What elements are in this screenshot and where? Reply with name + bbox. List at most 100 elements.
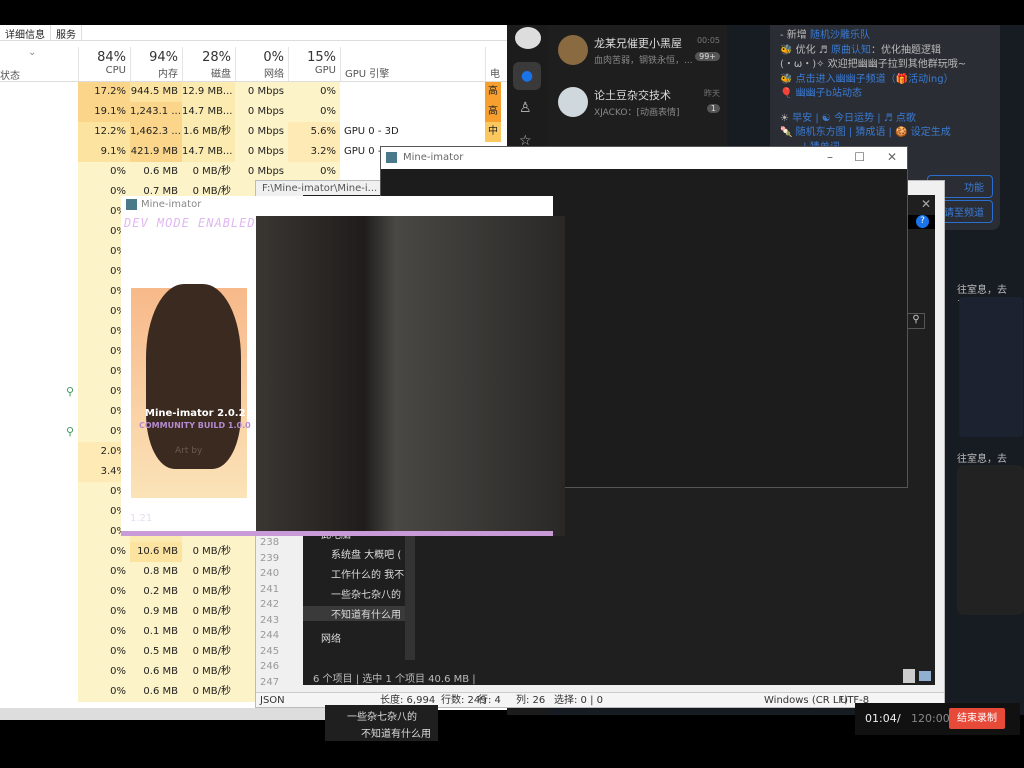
bubble-line: 🍡 随机东方图 | 猜成语 | 🍪 设定生成 — [780, 126, 990, 141]
minimize-button[interactable]: – — [827, 150, 833, 164]
cell: 0 MB/秒 — [182, 662, 235, 682]
thumbnail-view-button[interactable] — [919, 671, 931, 681]
column-header[interactable]: GPU 引擎 — [340, 47, 485, 82]
nav-tree-item[interactable]: 不知道有什么用 — [303, 606, 405, 621]
line-number: 243 — [260, 614, 280, 626]
cell: 14.7 MB... — [182, 102, 235, 122]
column-header[interactable]: 28% 磁盘 — [182, 47, 235, 82]
app-icon — [386, 152, 397, 163]
power-usage-badge: 高 — [485, 82, 501, 102]
scrollbar[interactable] — [405, 520, 415, 660]
process-row[interactable]: 17.2% 944.5 MB 12.9 MB... 0 Mbps 0% 高 — [0, 82, 510, 102]
bubble-text: ：优化抽题逻辑 — [870, 44, 941, 56]
column-header[interactable]: 94% 内存 — [130, 47, 182, 82]
cell: 0 MB/秒 — [182, 542, 235, 562]
task-manager-footer — [0, 708, 330, 720]
status-header[interactable]: 状态 — [0, 67, 20, 82]
unread-badge: 99+ — [695, 52, 720, 61]
cell: 0.6 MB — [130, 162, 182, 182]
nav-tree-item[interactable]: 一些杂七杂八的 — [331, 586, 411, 601]
cell: 0 MB/秒 — [182, 562, 235, 582]
cell: 421.9 MB — [130, 142, 182, 162]
tab-details[interactable]: 详细信息 — [0, 25, 51, 41]
line-number: 245 — [260, 645, 280, 657]
details-view-button[interactable] — [903, 669, 915, 683]
bubble-line: 🐝 点击进入幽幽子频道（🎁活动ing） — [780, 73, 990, 88]
line-numbers: 238239240241242243244245246247248 — [260, 535, 290, 706]
efficiency-leaf-icon: ⚲ — [66, 425, 75, 438]
mine-imator-splash: Mine-imator DEV MODE ENABLED Mine-imator… — [121, 196, 565, 536]
line-number: 241 — [260, 583, 280, 595]
bubble-line: ☀ 早安 | ☯ 今日运势 | ♬ 点歌 — [780, 112, 990, 127]
line-number: 239 — [260, 552, 280, 564]
nav-tree-item[interactable]: 系统盘 大概吧 ( — [331, 546, 411, 561]
contacts-icon[interactable]: ♙ — [519, 100, 532, 116]
chat-item[interactable]: 论土豆杂交技术 XJACKO：[动画表情] 昨天 1 — [554, 79, 724, 129]
cell — [340, 102, 485, 122]
cell: 3.2% — [288, 142, 340, 162]
nav-tree-item[interactable]: 网络 — [321, 630, 401, 645]
cell: 0.8 MB — [130, 562, 182, 582]
process-row[interactable]: 12.2% 1,462.3 ... 1.6 MB/秒 0 Mbps 5.6% GPU 0 … — [0, 122, 510, 142]
close-button[interactable]: ✕ — [887, 150, 897, 164]
app-icon — [126, 199, 137, 210]
cell: 0% — [78, 542, 130, 562]
close-icon[interactable]: ✕ — [921, 197, 931, 211]
column-header[interactable]: 15% GPU — [288, 47, 340, 82]
bubble-line: (・ω・)✧ 欢迎把幽幽子拉到其他群玩哦~ — [780, 58, 990, 73]
cell — [340, 82, 485, 102]
bubble-line: - 新增 随机沙雕乐队 — [780, 29, 990, 44]
bubble-link[interactable]: 随机沙雕乐队 — [810, 30, 870, 41]
chat-item[interactable]: 龙某兄催更小黑屋 血肉苦弱，钢铁永恒，... 00:05 99+ — [554, 27, 724, 77]
cell: 944.5 MB — [130, 82, 182, 102]
bubble-link[interactable]: 点击进入幽幽子频道（🎁活动ing） — [796, 74, 954, 85]
cell: 1,243.1 ... — [130, 102, 182, 122]
stop-recording-button[interactable]: 结束录制 — [949, 708, 1005, 729]
loading-progress-bar — [121, 531, 553, 536]
maximize-button[interactable]: ☐ — [854, 150, 865, 164]
cell: 0.1 MB — [130, 622, 182, 642]
cell: 0 Mbps — [235, 82, 288, 102]
cell: GPU 0 - 3D — [340, 122, 485, 142]
column-header[interactable]: 0% 网络 — [235, 47, 288, 82]
avatar[interactable] — [515, 27, 541, 49]
process-row[interactable]: 19.1% 1,243.1 ... 14.7 MB... 0 Mbps 0% 高 — [0, 102, 510, 122]
bubble-link[interactable]: 幽幽子b站动态 — [796, 88, 862, 99]
bubble-line: 🎈 幽幽子b站动态 — [780, 87, 990, 102]
navigation-pane: 文件夹此电脑系统盘 大概吧 (工作什么的 我不一些杂七杂八的不知道有什么用网络 — [303, 510, 405, 665]
bubble-link[interactable]: 早安 | ☯ 今日运势 | ♬ 点歌 — [792, 113, 916, 124]
help-icon[interactable]: ? — [916, 215, 929, 228]
cell: 0% — [78, 562, 130, 582]
cell: 0% — [288, 82, 340, 102]
image-message[interactable] — [957, 465, 1024, 615]
line-number: 247 — [260, 676, 280, 688]
recorder-widget: 01:04 / 120:00 结束录制 — [855, 703, 1020, 735]
cell: 0 MB/秒 — [182, 682, 235, 702]
cell: 0% — [78, 682, 130, 702]
power-usage-badge: 中 — [485, 122, 501, 142]
editor-title: F:\Mine-imator\Mine-i... — [262, 183, 378, 194]
column-header[interactable]: 84% CPU — [78, 47, 130, 82]
cell: 0% — [78, 622, 130, 642]
search-icon[interactable]: ⚲ — [907, 313, 925, 329]
cell: 1.6 MB/秒 — [182, 122, 235, 142]
avatar — [558, 35, 588, 65]
cell: 19.1% — [78, 102, 130, 122]
image-thumbnail[interactable] — [959, 297, 1023, 437]
cell: 0% — [78, 602, 130, 622]
cell: 14.7 MB... — [182, 142, 235, 162]
nav-tree-item[interactable]: 工作什么的 我不 — [331, 566, 411, 581]
line-number: 242 — [260, 599, 280, 610]
bubble-link[interactable]: 原曲认知 — [831, 45, 871, 56]
cell: 0.5 MB — [130, 642, 182, 662]
messages-icon[interactable]: ● — [513, 62, 541, 90]
cell: 0% — [288, 102, 340, 122]
explorer-status: 6 个项目 | 选中 1 个项目 40.6 MB | — [313, 674, 476, 685]
sort-chevron-icon[interactable]: ⌄ — [28, 47, 36, 58]
efficiency-leaf-icon: ⚲ — [66, 385, 75, 398]
tab-services[interactable]: 服务 — [51, 25, 82, 41]
bubble-link[interactable]: 随机东方图 | 猜成语 | 🍪 设定生成 — [796, 127, 951, 138]
bubble-text: - 新增 — [780, 30, 810, 41]
cell: 12.9 MB... — [182, 82, 235, 102]
cell: 0.2 MB — [130, 582, 182, 602]
